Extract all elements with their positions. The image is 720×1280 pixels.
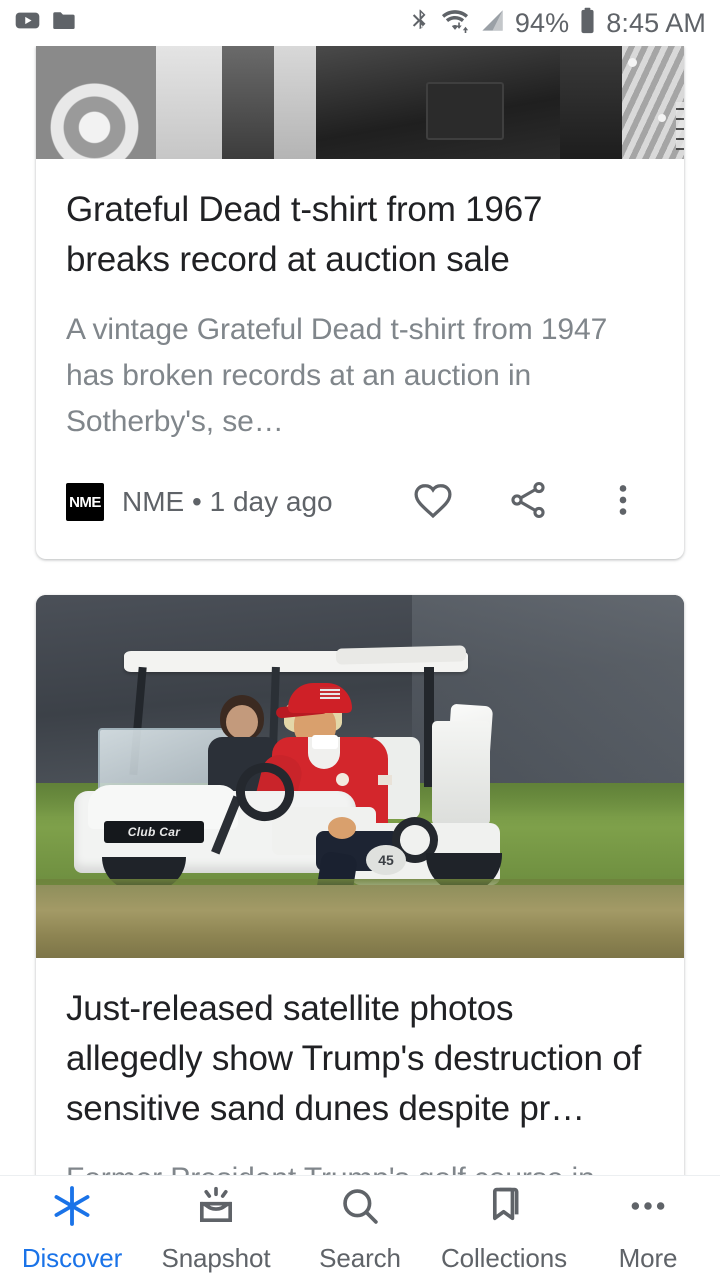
- article-source-row: NME NME • 1 day ago: [36, 445, 684, 559]
- folder-icon: [51, 7, 78, 39]
- status-bar: 94% 8:45 AM: [0, 0, 720, 46]
- wifi-icon: [440, 6, 470, 40]
- feed-card[interactable]: Club Car 45 Just-released satellite phot…: [36, 595, 684, 1175]
- publisher-logo-text: NME: [69, 493, 101, 511]
- heart-icon: [410, 477, 456, 528]
- discover-feed[interactable]: Grateful Dead t-shirt from 1967 breaks r…: [0, 46, 720, 1175]
- article-timestamp: 1 day ago: [209, 486, 333, 517]
- trump-golf-cart-photo: Club Car 45: [36, 595, 684, 958]
- status-bar-indicators: 94% 8:45 AM: [406, 6, 706, 40]
- nav-item-more[interactable]: More: [576, 1183, 720, 1274]
- grateful-dead-photo: [36, 46, 684, 159]
- article-text-block: Grateful Dead t-shirt from 1967 breaks r…: [36, 159, 684, 445]
- article-image[interactable]: [36, 46, 684, 159]
- article-headline[interactable]: Just-released satellite photos allegedly…: [66, 984, 654, 1134]
- nav-item-snapshot[interactable]: Snapshot: [144, 1183, 288, 1274]
- bookmark-collections-icon: [481, 1183, 527, 1234]
- publisher-logo: NME: [66, 483, 104, 521]
- more-horiz-icon: [625, 1183, 671, 1234]
- article-snippet: Former President Trump's golf course in …: [66, 1156, 654, 1175]
- nav-item-collections[interactable]: Collections: [432, 1183, 576, 1274]
- more-vert-icon: [602, 479, 644, 526]
- nav-item-discover[interactable]: Discover: [0, 1183, 144, 1274]
- search-icon: [337, 1183, 383, 1234]
- feed-card[interactable]: Grateful Dead t-shirt from 1967 breaks r…: [36, 46, 684, 559]
- nav-label-snapshot: Snapshot: [161, 1242, 271, 1273]
- publisher-name: NME: [122, 486, 185, 517]
- battery-percent: 94%: [514, 7, 570, 38]
- battery-icon: [578, 6, 597, 40]
- article-image[interactable]: Club Car 45: [36, 595, 684, 958]
- status-bar-time: 8:45 AM: [606, 7, 706, 38]
- nav-label-search: Search: [319, 1242, 401, 1273]
- nav-label-collections: Collections: [440, 1242, 568, 1273]
- discover-asterisk-icon: [49, 1183, 95, 1234]
- publisher-meta: NME • 1 day ago: [122, 486, 333, 518]
- more-options-button[interactable]: [592, 471, 654, 533]
- like-button[interactable]: [402, 471, 464, 533]
- share-button[interactable]: [497, 471, 559, 533]
- meta-separator: •: [192, 486, 202, 517]
- signal-icon: [479, 7, 506, 39]
- article-text-block: Just-released satellite photos allegedly…: [36, 958, 684, 1175]
- nav-label-more: More: [618, 1242, 678, 1273]
- status-bar-notifications: [14, 7, 78, 39]
- bluetooth-icon: [406, 6, 431, 40]
- share-icon: [506, 478, 550, 527]
- nav-label-discover: Discover: [21, 1242, 123, 1273]
- nav-item-search[interactable]: Search: [288, 1183, 432, 1274]
- bottom-navigation-bar: Discover Snapshot Search Collections Mor…: [0, 1175, 720, 1280]
- article-headline[interactable]: Grateful Dead t-shirt from 1967 breaks r…: [66, 185, 654, 285]
- snapshot-tray-icon: [193, 1183, 239, 1234]
- article-snippet: A vintage Grateful Dead t-shirt from 194…: [66, 313, 608, 438]
- article-actions: [402, 471, 654, 533]
- youtube-play-icon: [14, 7, 41, 39]
- app-screen: 94% 8:45 AM Grateful Dead t-shirt from 1…: [0, 0, 720, 1280]
- club-car-badge: Club Car: [104, 821, 204, 843]
